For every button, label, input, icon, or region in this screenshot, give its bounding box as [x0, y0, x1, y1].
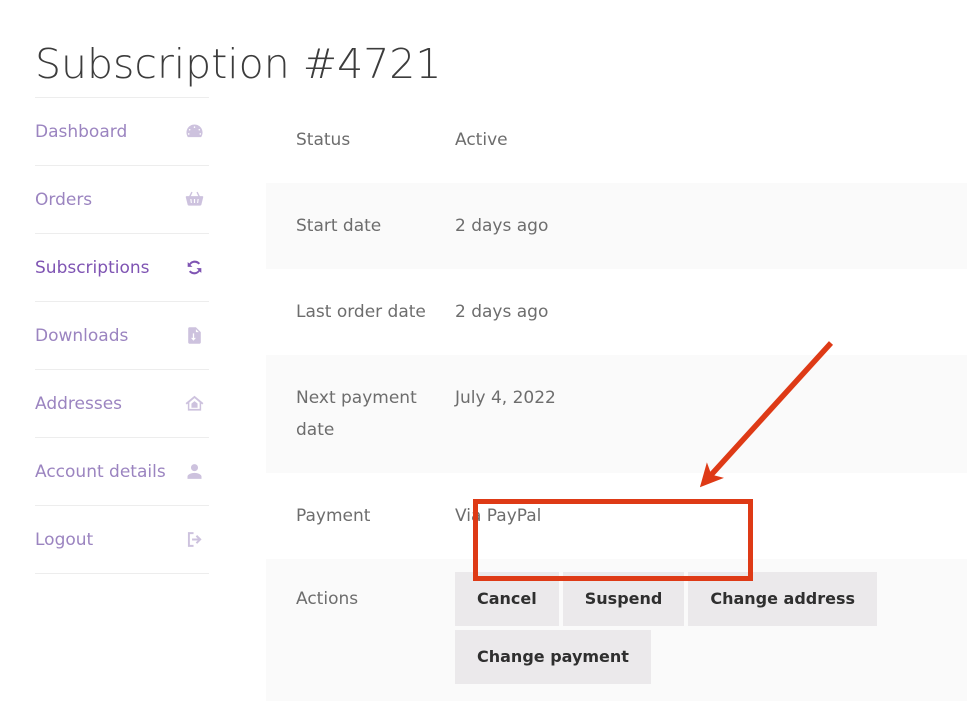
- sidebar-item-logout[interactable]: Logout: [35, 506, 209, 574]
- table-row: Start date 2 days ago: [266, 183, 967, 269]
- subscription-details-table: Status Active Start date 2 days ago Last…: [266, 97, 967, 701]
- sidebar-item-subscriptions[interactable]: Subscriptions: [35, 234, 209, 302]
- sidebar-link-orders[interactable]: Orders: [35, 166, 209, 233]
- detail-value: 2 days ago: [455, 183, 967, 269]
- table-row: Status Active: [266, 97, 967, 183]
- detail-key: Start date: [266, 183, 455, 269]
- detail-key: Status: [266, 97, 455, 183]
- detail-key: Actions: [266, 559, 455, 639]
- detail-value: July 4, 2022: [455, 355, 967, 441]
- sidebar-item-label: Subscriptions: [35, 258, 149, 278]
- sidebar-item-dashboard[interactable]: Dashboard: [35, 98, 209, 166]
- detail-key: Last order date: [266, 269, 455, 355]
- sidebar-link-logout[interactable]: Logout: [35, 506, 209, 573]
- change-address-button[interactable]: Change address: [688, 572, 877, 626]
- sidebar-link-dashboard[interactable]: Dashboard: [35, 98, 209, 165]
- sidebar-item-label: Dashboard: [35, 122, 127, 142]
- sidebar-item-label: Account details: [35, 462, 166, 482]
- sidebar-item-label: Downloads: [35, 326, 128, 346]
- sync-icon: [182, 256, 206, 280]
- table-row: Last order date 2 days ago: [266, 269, 967, 355]
- sidebar-item-addresses[interactable]: Addresses: [35, 370, 209, 438]
- detail-key: Payment: [266, 473, 455, 559]
- sidebar-item-label: Addresses: [35, 394, 122, 414]
- sidebar-link-addresses[interactable]: Addresses: [35, 370, 209, 437]
- sidebar-item-orders[interactable]: Orders: [35, 166, 209, 234]
- page-title: Subscription #4721: [35, 35, 441, 93]
- action-buttons-group: Cancel Suspend Change address Change pay…: [455, 572, 907, 688]
- detail-key: Next payment date: [266, 355, 455, 473]
- sidebar-link-account-details[interactable]: Account details: [35, 438, 209, 505]
- sidebar-item-label: Logout: [35, 530, 93, 550]
- account-sidebar: Dashboard Orders Subscriptions: [35, 97, 209, 574]
- sidebar-link-downloads[interactable]: Downloads: [35, 302, 209, 369]
- dashboard-icon: [182, 120, 206, 144]
- sidebar-link-subscriptions[interactable]: Subscriptions: [35, 234, 209, 301]
- table-row: Next payment date July 4, 2022: [266, 355, 967, 473]
- sidebar-item-downloads[interactable]: Downloads: [35, 302, 209, 370]
- table-row: Payment Via PayPal: [266, 473, 967, 559]
- status-badge: Active: [455, 97, 967, 183]
- detail-value: 2 days ago: [455, 269, 967, 355]
- cancel-button[interactable]: Cancel: [455, 572, 559, 626]
- sign-out-icon: [182, 528, 206, 552]
- detail-value: Cancel Suspend Change address Change pay…: [455, 559, 967, 701]
- file-download-icon: [182, 324, 206, 348]
- sidebar-item-label: Orders: [35, 190, 92, 210]
- suspend-button[interactable]: Suspend: [563, 572, 685, 626]
- sidebar-item-account-details[interactable]: Account details: [35, 438, 209, 506]
- detail-value: Via PayPal: [455, 473, 967, 559]
- basket-icon: [182, 188, 206, 212]
- user-icon: [182, 460, 206, 484]
- sidebar-nav-list: Dashboard Orders Subscriptions: [35, 97, 209, 574]
- table-row-actions: Actions Cancel Suspend Change address Ch…: [266, 559, 967, 701]
- change-payment-button[interactable]: Change payment: [455, 630, 651, 684]
- home-icon: [182, 392, 206, 416]
